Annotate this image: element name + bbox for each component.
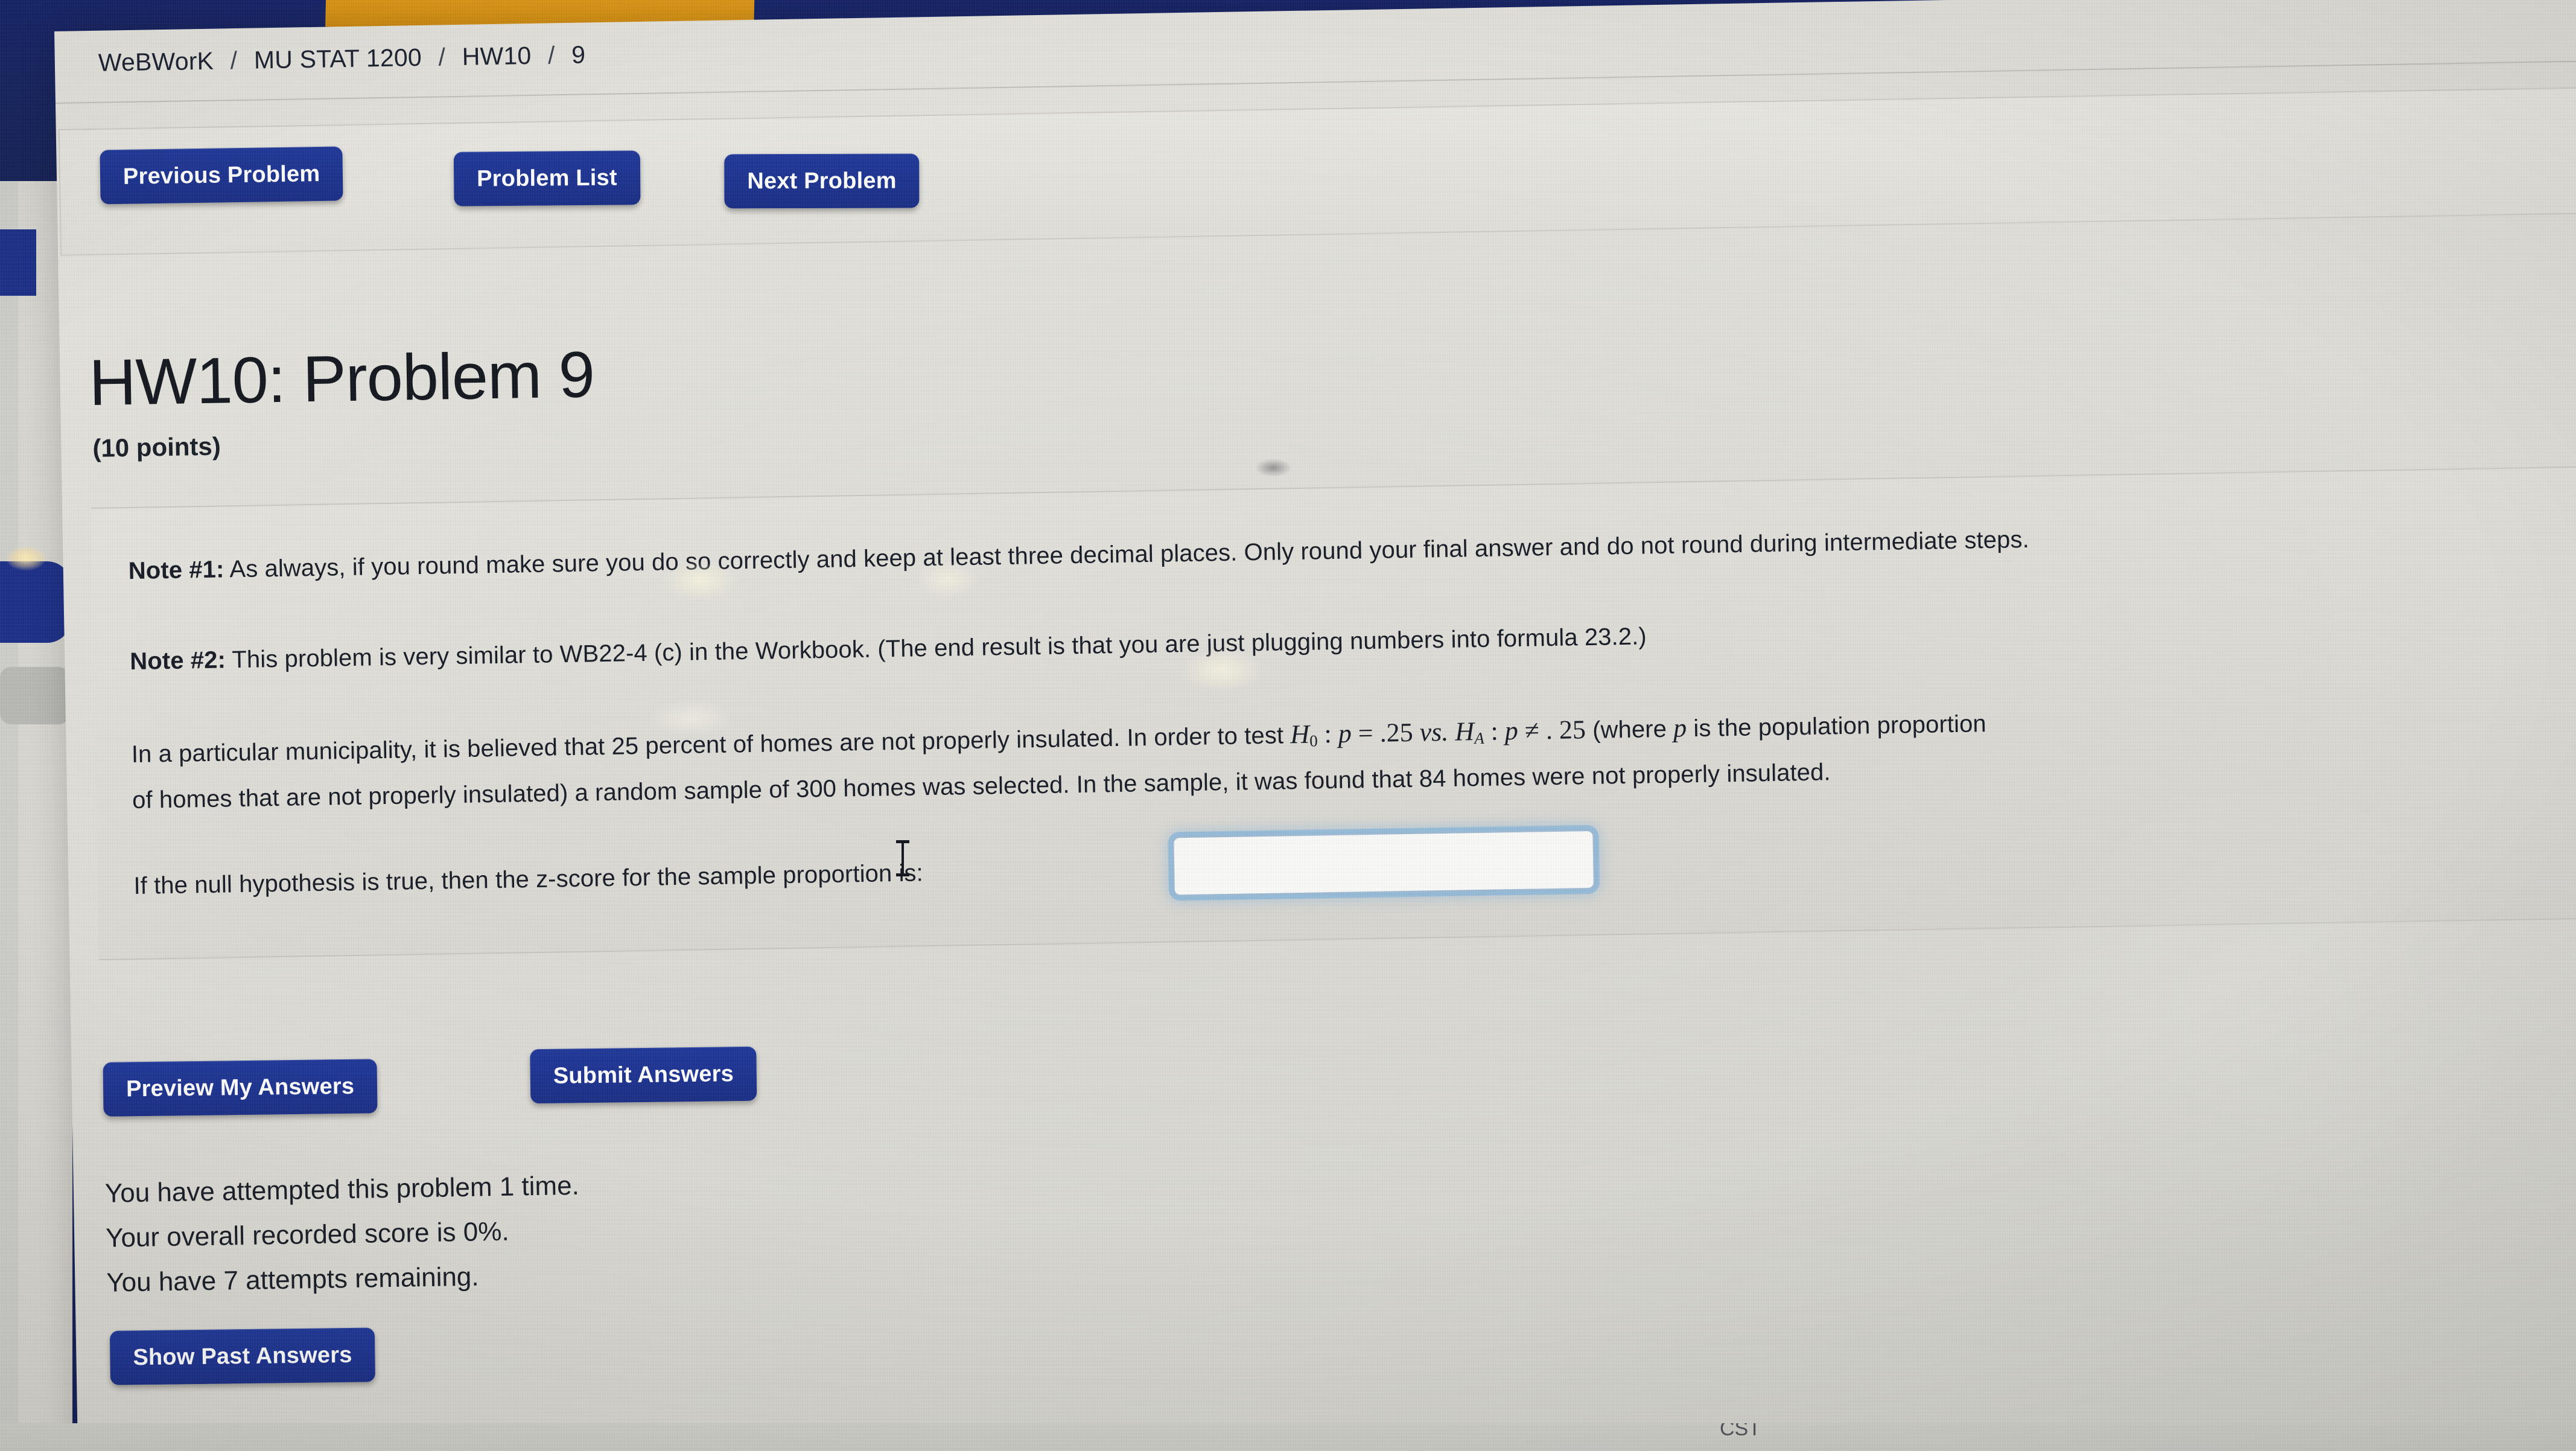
page-sheet: WeBWorK / MU STAT 1200 / HW10 / 9 Previo… [54,0,2576,1451]
problem-body: Note #1: As always, if you round make su… [91,466,2576,960]
math-alt-hypothesis: HA : p ≠ . 25 [1454,715,1586,748]
answer-field-wrapper [1172,829,1595,897]
attempts-status: You have attempted this problem 1 time. [104,1170,580,1208]
preview-my-answers-button[interactable]: Preview My Answers [103,1059,378,1117]
background-window-edge [0,0,18,1451]
submit-answers-button[interactable]: Submit Answers [530,1046,757,1104]
show-past-answers-button[interactable]: Show Past Answers [109,1327,376,1385]
background-fragment [0,229,36,296]
math-vs: vs. [1413,716,1455,747]
previous-problem-button[interactable]: Previous Problem [100,146,343,205]
next-problem-button[interactable]: Next Problem [724,153,920,209]
note-2-label: Note #2: [129,646,226,675]
note-2: Note #2: This problem is very similar to… [130,620,1647,677]
breadcrumb-item-course[interactable]: MU STAT 1200 [253,43,422,74]
breadcrumb: WeBWorK / MU STAT 1200 / HW10 / 9 [98,40,585,77]
statement-suffix: (where [1585,715,1674,744]
problem-list-button[interactable]: Problem List [453,150,641,206]
note-1-label: Note #1: [128,556,224,585]
page-footer-strip: CST [0,1423,2576,1451]
timestamp-label: CST [1720,1423,1761,1440]
note-1: Note #1: As always, if you round make su… [128,524,2029,587]
breadcrumb-separator: / [230,46,238,75]
breadcrumb-separator: / [438,43,446,71]
page-title: HW10: Problem 9 [88,337,595,419]
breadcrumb-item-site[interactable]: WeBWorK [98,47,214,77]
score-status: Your overall recorded score is 0%. [105,1216,509,1253]
note-2-text: This problem is very similar to WB22-4 (… [225,623,1647,674]
math-null-hypothesis: H0 : p = .25 [1290,717,1413,750]
note-1-text: As always, if you round make sure you do… [224,526,2030,583]
points-label: (10 points) [92,432,221,463]
breadcrumb-item-assignment[interactable]: HW10 [462,42,531,71]
breadcrumb-item-problem[interactable]: 9 [571,40,586,68]
answer-input[interactable] [1172,829,1595,897]
remaining-attempts-status: You have 7 attempts remaining. [106,1261,479,1298]
problem-nav-panel [58,86,2576,256]
statement-suffix-2: is the population proportion [1686,710,1987,742]
question-label: If the null hypothesis is true, then the… [133,859,924,900]
statement-prefix: In a particular municipality, it is beli… [131,722,1291,768]
math-p-symbol: p [1673,713,1687,743]
background-fragment [0,561,71,643]
screen-photo: Logged in WeBWorK / MU STAT 1200 / HW10 … [0,0,2576,1451]
background-fragment [0,667,69,724]
breadcrumb-separator: / [547,41,555,69]
